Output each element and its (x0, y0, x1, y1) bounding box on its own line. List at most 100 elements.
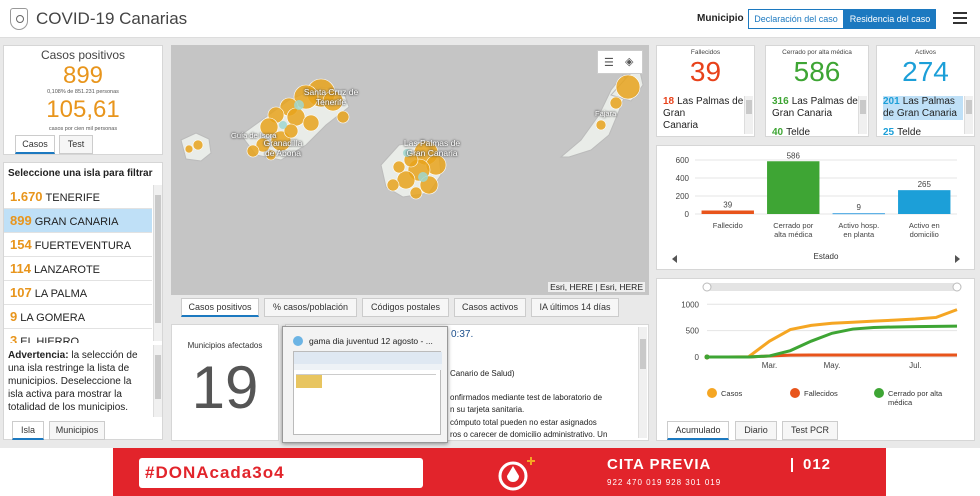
bar-value-label: 9 (857, 203, 862, 212)
kpi-cerrado-label: Cerrado por alta médica (782, 49, 852, 56)
island-count: 899 (10, 213, 32, 228)
acumulado-line-chart: 0 500 1000 Mar. May. Jul. Casos Fallecidos Cerra… (681, 282, 962, 407)
warning-label: Advertencia: (8, 350, 69, 361)
legend-label: Casos (721, 389, 743, 398)
x-tick-label: Jul. (909, 361, 921, 370)
kpi-cerrado-row: 40 Telde (772, 127, 811, 138)
island-warning: Advertencia: la selección de una isla re… (8, 349, 146, 414)
kpi-fallecidos-row: Gran (663, 108, 686, 119)
island-item[interactable]: 3 EL HIERRO (4, 329, 152, 343)
legend-label: médica (888, 398, 913, 407)
island-item[interactable]: 9 LA GOMERA (4, 305, 152, 329)
island-count: 1.670 (10, 189, 43, 204)
island-item[interactable]: 899 GRAN CANARIA (4, 209, 152, 233)
bar (832, 213, 885, 215)
map-view[interactable]: Santa Cruz de Tenerife Guía de Isora Gra… (171, 45, 649, 295)
legend-label: Fallecidos (804, 389, 838, 398)
island-item[interactable]: 154 FUERTEVENTURA (4, 233, 152, 257)
island-list: 1.670 TENERIFE 899 GRAN CANARIA 154 FUERTEVEN… (4, 185, 154, 343)
island-list-scrollbar[interactable] (153, 185, 162, 341)
x-axis-label: Estado (814, 252, 839, 261)
bar (898, 190, 951, 214)
x-tick-label: Cerrado por (773, 221, 814, 230)
municipios-value: 19 (191, 354, 259, 421)
tab-test[interactable]: Test (59, 135, 93, 154)
info-line-2: onfirmados mediante test de laboratorio … (450, 393, 603, 402)
municipios-panel: Municipios afectados 19 (171, 324, 279, 441)
island-name: FUERTEVENTURA (34, 240, 132, 252)
info-line-4: cómputo total pueden no estar asignados (450, 418, 597, 427)
tab-municipios[interactable]: Municipios (49, 421, 105, 440)
island-count: 107 (10, 285, 32, 300)
kpi-activos-value: 274 (902, 56, 949, 87)
kpi-activos-scrollbar[interactable] (964, 96, 973, 134)
island-count: 3 (10, 333, 18, 343)
range-slider-handle-right (952, 282, 962, 292)
popup-thumbnail (293, 351, 442, 435)
residencia-button[interactable]: Residencia del caso (844, 9, 936, 29)
y-tick-label: 200 (676, 192, 690, 201)
tab-acumulado[interactable]: Acumulado (667, 421, 729, 440)
kpi-cerrado-row: Gran Canaria (772, 108, 833, 119)
y-tick-label: 0 (685, 210, 690, 219)
island-item[interactable]: 1.670 TENERIFE (4, 185, 152, 209)
tab-casos[interactable]: Casos (15, 135, 55, 154)
map-canvas (180, 66, 644, 200)
range-slider-handle-left (702, 282, 712, 292)
bar-value-label: 265 (918, 180, 932, 189)
info-line-5: ros o carecer de domicilio administrativ… (450, 430, 608, 439)
info-line-1: Canario de Salud) (450, 369, 515, 378)
banner-divider (791, 458, 793, 472)
tab-casos-activos[interactable]: Casos activos (454, 298, 526, 317)
kpi-fallecidos-row: 18 Las Palmas de (663, 96, 744, 107)
bar-value-label: 586 (787, 151, 801, 160)
map-label-fajara: Fajara (595, 109, 617, 118)
y-tick-label: 600 (676, 156, 690, 165)
tab-diario[interactable]: Diario (735, 421, 777, 440)
kpi-cerrado: Cerrado por alta médica 586 316 Las Palma… (765, 45, 869, 138)
legend-marker (874, 388, 884, 398)
dona-banner[interactable]: #DONAcada3o4 CITA PREVIA 012 922 470 019… (113, 448, 886, 496)
declaracion-button[interactable]: Declaración del caso (748, 9, 844, 29)
banner-hashtag: #DONAcada3o4 (145, 463, 285, 482)
tab-test-pcr[interactable]: Test PCR (782, 421, 838, 440)
island-name: LANZAROTE (33, 264, 100, 276)
map-label-las-palmas: Las Palmas de Gran Canaria (403, 138, 461, 158)
island-name: TENERIFE (45, 192, 100, 204)
kpi-cerrado-value: 586 (793, 56, 841, 87)
kpi-fallecidos-label: Fallecidos (690, 49, 721, 56)
kpi-cerrado-scrollbar[interactable] (858, 96, 867, 134)
x-tick-label: alta médica (774, 230, 813, 239)
tab-ia-14-dias[interactable]: IA últimos 14 días (531, 298, 619, 317)
y-tick-label: 400 (676, 174, 690, 183)
x-tick-label: Activo hosp. (838, 221, 879, 230)
tab-pct-casos[interactable]: % casos/población (264, 298, 357, 317)
positivos-total: 899 (62, 62, 104, 89)
warning-scrollbar[interactable] (153, 345, 162, 417)
header-bar: COVID-19 Canarias Municipio Declaración … (0, 0, 980, 38)
island-list-header: Seleccione una isla para filtrar (8, 168, 153, 179)
tab-casos-positivos[interactable]: Casos positivos (181, 298, 259, 317)
x-tick-label: Activo en (909, 221, 940, 230)
info-time: 0:37. (451, 329, 474, 340)
layers-icon[interactable]: ◈ (625, 55, 633, 68)
tab-codigos-postales[interactable]: Códigos postales (362, 298, 449, 317)
legend-marker (707, 388, 717, 398)
legend-list-icon[interactable]: ☰ (604, 56, 614, 69)
island-item[interactable]: 107 LA PALMA (4, 281, 152, 305)
municipios-label: Municipios afectados (187, 341, 263, 350)
kpi-fallecidos-value: 39 (689, 56, 722, 87)
info-scrollbar[interactable] (638, 327, 647, 438)
island-name: EL HIERRO (20, 336, 80, 343)
positivos-rate: 105,61 (46, 96, 120, 123)
kpi-fallecidos-scrollbar[interactable] (744, 96, 753, 134)
island-item[interactable]: 114 LANZAROTE (4, 257, 152, 281)
banner-hashtag-box: #DONAcada3o4 (139, 458, 423, 488)
hamburger-menu-icon[interactable] (953, 12, 967, 24)
tab-isla[interactable]: Isla (12, 421, 44, 440)
municipio-label: Municipio (697, 13, 744, 24)
window-preview-popup[interactable]: gama dia juventud 12 agosto - ... (282, 326, 448, 443)
banner-phones-sub: 922 470 019 928 301 019 (607, 478, 722, 487)
kpi-activos-row: 25 Telde (883, 127, 922, 138)
banner-phone: 012 (803, 456, 832, 473)
